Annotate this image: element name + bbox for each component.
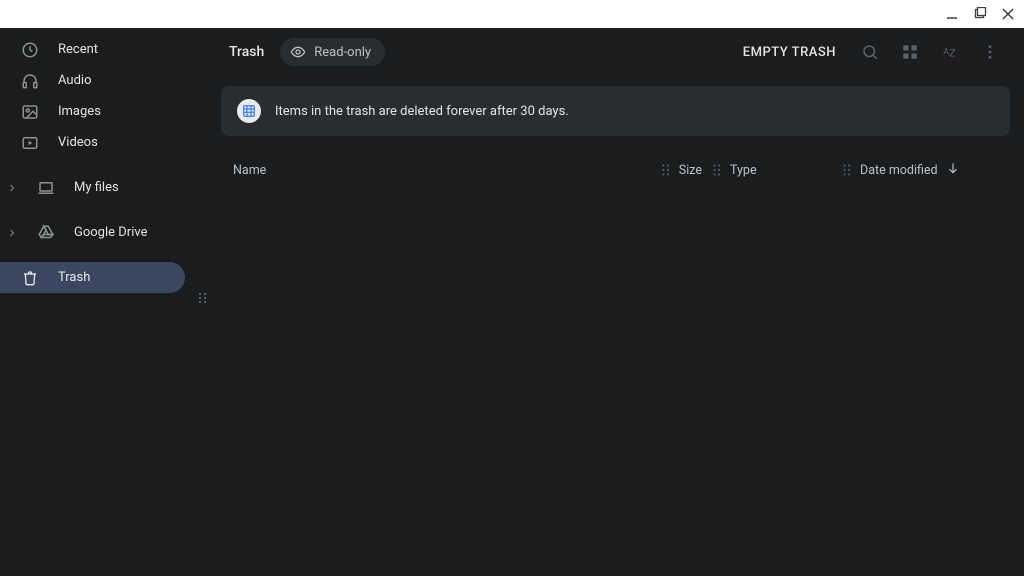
column-header-type[interactable]: Type — [730, 163, 757, 178]
empty-trash-button[interactable]: EMPTY TRASH — [733, 39, 846, 66]
minimize-button[interactable] — [944, 6, 960, 22]
column-headers: Name Size Type Date modified — [209, 150, 1010, 190]
column-header-date[interactable]: Date modified — [860, 163, 938, 178]
topbar: Trash Read-only EMPTY TRASH AZ — [209, 28, 1010, 76]
page-title: Trash — [229, 44, 264, 60]
sidebar-item-images[interactable]: Images — [0, 96, 209, 127]
more-button[interactable] — [974, 36, 1006, 68]
sidebar-item-label: Google Drive — [74, 225, 147, 240]
grid-view-button[interactable] — [894, 36, 926, 68]
sidebar-item-label: Audio — [58, 73, 91, 88]
column-resize-handle[interactable] — [842, 163, 852, 177]
banner-text: Items in the trash are deleted forever a… — [275, 104, 569, 119]
sidebar-item-label: Recent — [58, 42, 98, 57]
laptop-icon — [36, 178, 56, 198]
chip-label: Read-only — [314, 45, 371, 60]
sidebar-item-label: My files — [74, 180, 119, 195]
clock-icon — [20, 40, 40, 60]
eye-icon — [290, 44, 306, 60]
search-button[interactable] — [854, 36, 886, 68]
sidebar-item-google-drive[interactable]: Google Drive — [0, 217, 209, 248]
close-button[interactable] — [1000, 6, 1016, 22]
column-resize-handle[interactable] — [661, 163, 671, 177]
sidebar-item-label: Videos — [58, 135, 98, 150]
sidebar-item-my-files[interactable]: My files — [0, 172, 209, 203]
column-header-size[interactable]: Size — [679, 163, 702, 178]
sidebar-resize-handle[interactable] — [197, 292, 209, 304]
svg-text:A: A — [943, 47, 949, 57]
headphones-icon — [20, 71, 40, 91]
trash-info-banner: Items in the trash are deleted forever a… — [221, 86, 1010, 136]
maximize-button[interactable] — [972, 6, 988, 22]
sidebar-item-recent[interactable]: Recent — [0, 34, 209, 65]
chevron-right-icon — [4, 180, 20, 196]
chevron-right-icon — [4, 225, 20, 241]
sort-descending-icon — [946, 161, 960, 179]
window-titlebar — [0, 0, 1024, 28]
column-header-name[interactable]: Name — [233, 163, 622, 178]
trash-icon — [20, 268, 40, 288]
sidebar-item-label: Trash — [58, 270, 90, 285]
sidebar-item-label: Images — [58, 104, 101, 119]
video-icon — [20, 133, 40, 153]
column-resize-handle[interactable] — [712, 163, 722, 177]
image-icon — [20, 102, 40, 122]
info-banner-icon — [237, 99, 261, 123]
sidebar-item-trash[interactable]: Trash — [0, 262, 185, 293]
sidebar: Recent Audio Images Videos — [0, 28, 209, 576]
sort-button[interactable]: AZ — [934, 36, 966, 68]
sidebar-item-audio[interactable]: Audio — [0, 65, 209, 96]
sidebar-item-videos[interactable]: Videos — [0, 127, 209, 158]
main-content: Trash Read-only EMPTY TRASH AZ — [209, 28, 1024, 576]
read-only-chip: Read-only — [280, 38, 385, 66]
svg-text:Z: Z — [949, 47, 955, 60]
drive-icon — [36, 223, 56, 243]
